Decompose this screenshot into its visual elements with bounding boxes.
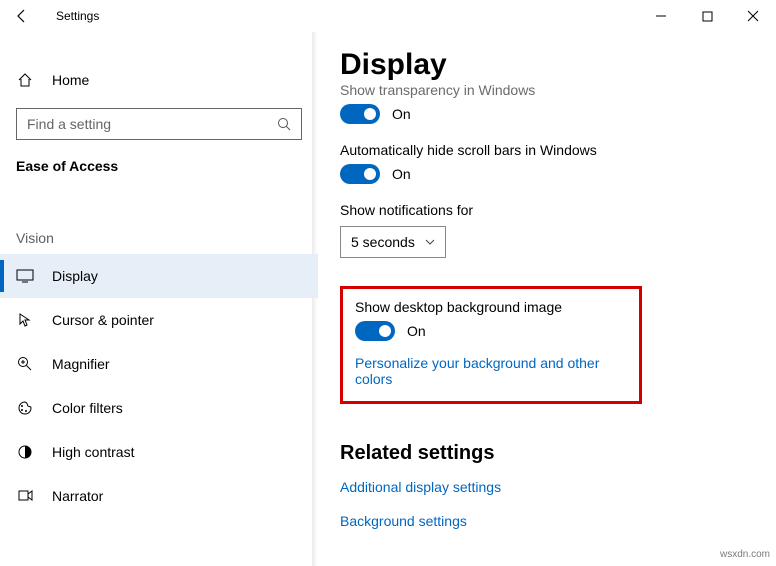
cursor-icon <box>16 312 34 328</box>
search-icon <box>275 117 293 132</box>
content-pane: Display Show transparency in Windows On … <box>318 32 776 566</box>
sidebar-item-label: Cursor & pointer <box>52 312 154 328</box>
transparency-label: Show transparency in Windows <box>340 82 776 98</box>
background-settings-link[interactable]: Background settings <box>340 513 776 529</box>
sidebar-item-label: Display <box>52 268 98 284</box>
sidebar-item-label: Magnifier <box>52 356 110 372</box>
sidebar-category: Ease of Access <box>0 140 318 174</box>
notifications-label: Show notifications for <box>340 202 776 218</box>
sidebar-home-label: Home <box>52 72 89 88</box>
sidebar-item-label: Color filters <box>52 400 123 416</box>
related-heading: Related settings <box>340 442 776 465</box>
page-title: Display <box>340 48 776 82</box>
sidebar-group: Vision <box>0 230 318 254</box>
personalize-link[interactable]: Personalize your background and other co… <box>355 355 627 387</box>
sidebar-item-color-filters[interactable]: Color filters <box>0 386 318 430</box>
sidebar-item-high-contrast[interactable]: High contrast <box>0 430 318 474</box>
sidebar: Home Ease of Access Vision Display Curso… <box>0 32 318 566</box>
notifications-value: 5 seconds <box>351 234 415 250</box>
minimize-button[interactable] <box>638 0 684 32</box>
highlight-box: Show desktop background image On Persona… <box>340 286 642 404</box>
back-button[interactable] <box>6 0 38 32</box>
narrator-icon <box>16 488 34 504</box>
search-input[interactable] <box>16 108 302 140</box>
sidebar-item-label: High contrast <box>52 444 134 460</box>
contrast-icon <box>16 444 34 460</box>
maximize-button[interactable] <box>684 0 730 32</box>
close-button[interactable] <box>730 0 776 32</box>
desktop-bg-label: Show desktop background image <box>355 299 627 315</box>
home-icon <box>16 72 34 88</box>
notifications-dropdown[interactable]: 5 seconds <box>340 226 446 258</box>
sidebar-item-display[interactable]: Display <box>0 254 318 298</box>
sidebar-item-magnifier[interactable]: Magnifier <box>0 342 318 386</box>
watermark: wsxdn.com <box>720 549 770 560</box>
sidebar-item-home[interactable]: Home <box>0 60 318 100</box>
display-icon <box>16 269 34 283</box>
scrollbars-label: Automatically hide scroll bars in Window… <box>340 142 776 158</box>
desktop-bg-state: On <box>407 323 426 339</box>
additional-display-link[interactable]: Additional display settings <box>340 479 776 495</box>
scrollbars-state: On <box>392 166 411 182</box>
window-title: Settings <box>56 9 99 23</box>
search-field[interactable] <box>25 115 275 133</box>
scrollbars-toggle[interactable] <box>340 164 380 184</box>
sidebar-item-cursor[interactable]: Cursor & pointer <box>0 298 318 342</box>
magnifier-icon <box>16 356 34 372</box>
desktop-bg-toggle[interactable] <box>355 321 395 341</box>
transparency-state: On <box>392 106 411 122</box>
chevron-down-icon <box>425 236 435 248</box>
palette-icon <box>16 400 34 416</box>
sidebar-item-label: Narrator <box>52 488 103 504</box>
transparency-toggle[interactable] <box>340 104 380 124</box>
sidebar-item-narrator[interactable]: Narrator <box>0 474 318 518</box>
